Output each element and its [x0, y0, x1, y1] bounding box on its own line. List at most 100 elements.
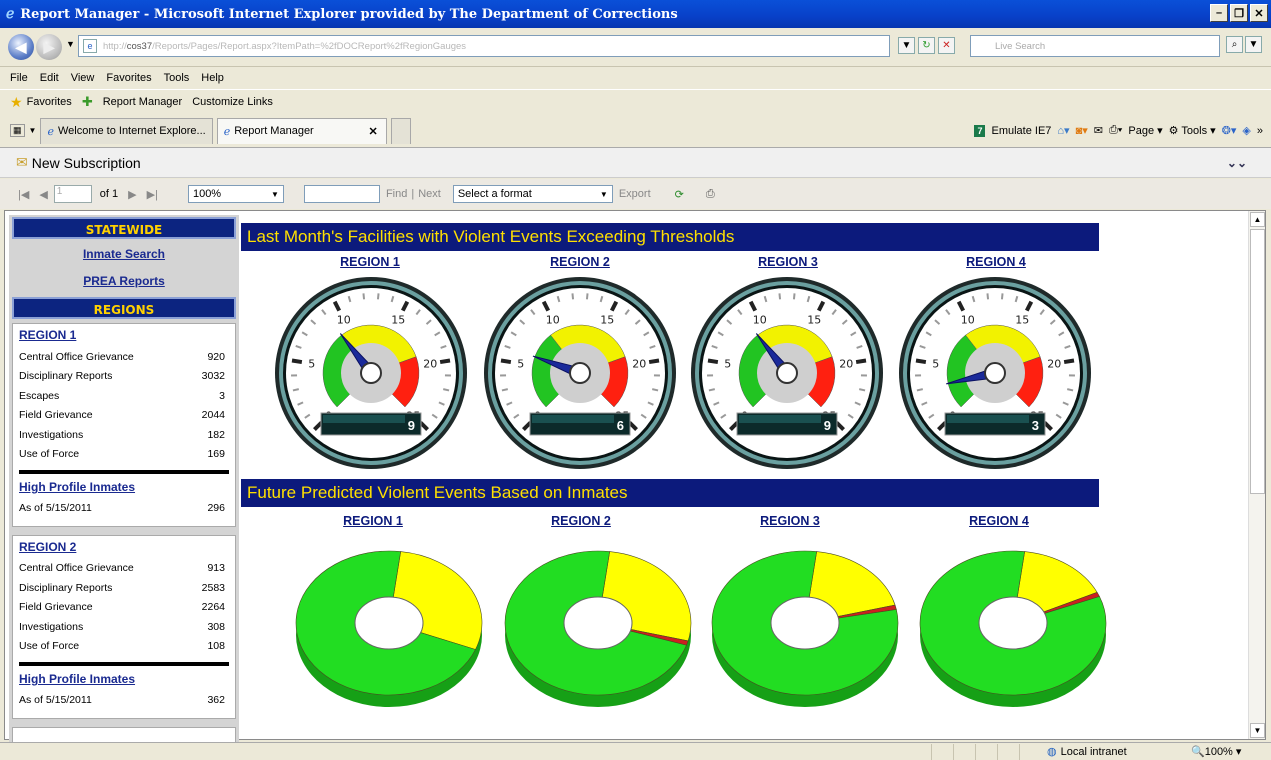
gauge-3: 05101520259 — [691, 277, 883, 469]
gauge-tick — [855, 358, 867, 365]
ie-tab-icon: ℯ — [47, 125, 54, 138]
scroll-up-icon[interactable]: ▲ — [1250, 212, 1265, 227]
zone-label: Local intranet — [1060, 745, 1127, 758]
tab-report-manager[interactable]: ℯ Report Manager ✕ — [216, 117, 387, 144]
menu-tools[interactable]: Tools — [164, 72, 190, 84]
tools-menu-label: Tools — [1181, 125, 1208, 137]
gauge-readout-value: 9 — [408, 418, 415, 433]
address-bar-row: ◀ ▶ ▼ e http://cos37/Reports/Pages/Repor… — [0, 28, 1271, 67]
last-page-icon[interactable]: ▶| — [147, 188, 158, 201]
favorites-star-icon: ★ — [10, 93, 23, 110]
gauge-tick — [585, 293, 589, 300]
security-zone[interactable]: ◍ Local intranet — [1047, 745, 1177, 759]
forward-button[interactable]: ▶ — [36, 34, 62, 60]
tab-welcome[interactable]: ℯ Welcome to Internet Explore... — [40, 117, 213, 144]
address-input[interactable]: e http://cos37/Reports/Pages/Report.aspx… — [78, 35, 890, 57]
scroll-down-icon[interactable]: ▼ — [1250, 723, 1265, 738]
fav-link-report-manager[interactable]: Report Manager — [103, 96, 183, 108]
gauge-tick — [707, 358, 719, 365]
home-icon[interactable]: ⌂▾ — [1057, 124, 1069, 137]
report-scrollbar[interactable]: ▲ ▼ — [1248, 211, 1265, 739]
tools-menu[interactable]: ⚙ Tools ▾ — [1169, 124, 1216, 137]
menu-help[interactable]: Help — [201, 72, 224, 84]
zoom-select[interactable]: 100% ▼ — [187, 185, 284, 203]
gauge-tick — [1000, 293, 1004, 300]
menu-bar: File Edit View Favorites Tools Help — [0, 67, 1271, 89]
donut-hole — [978, 596, 1048, 650]
zoom-level[interactable]: 🔍100% ▾ — [1191, 745, 1271, 758]
gauge-tick — [439, 358, 451, 365]
report-viewer-header: ✉ New Subscription ⌄⌄ — [0, 148, 1271, 178]
address-path: /Reports/Pages/Report.aspx?ItemPath=%2fD… — [152, 40, 467, 52]
gauge-tick — [858, 388, 866, 392]
fav-link-customize-links[interactable]: Customize Links — [192, 96, 273, 108]
prev-page-icon[interactable]: ◀ — [39, 188, 47, 201]
page-icon: e — [83, 39, 97, 53]
minimize-button[interactable]: – — [1210, 4, 1228, 22]
page-menu[interactable]: Page ▾ — [1128, 124, 1162, 137]
export-format-select[interactable]: Select a format ▼ — [452, 185, 613, 203]
toolbar-overflow-icon[interactable]: » — [1257, 125, 1263, 137]
export-link[interactable]: Export — [619, 188, 651, 200]
gauge-needle-hub — [360, 362, 382, 384]
gauge-tick — [1063, 358, 1075, 365]
search-options-dropdown[interactable]: ▼ — [1245, 36, 1262, 53]
maximize-button[interactable]: ❐ — [1230, 4, 1248, 22]
gauge-tick — [500, 358, 512, 365]
refresh-report-icon[interactable]: ⟳ — [675, 188, 684, 201]
next-link[interactable]: Next — [418, 188, 441, 200]
gauge-1: 05101520259 — [275, 277, 467, 469]
tab-welcome-label: Welcome to Internet Explore... — [57, 125, 206, 137]
quick-tabs-icon[interactable]: ▦ — [10, 124, 25, 137]
page-number-input[interactable]: 1 — [53, 185, 92, 203]
research-icon[interactable]: ◈ — [1242, 124, 1250, 137]
export-format-value: Select a format — [457, 188, 532, 200]
live-search-input[interactable]: Live Search — [970, 35, 1220, 57]
gauge-tick — [376, 293, 380, 300]
tab-report-manager-label: Report Manager — [234, 125, 314, 137]
add-favorite-icon[interactable]: ✚ — [82, 94, 93, 110]
tab-list-dropdown[interactable]: ▼ — [29, 126, 37, 135]
new-subscription-link[interactable]: New Subscription — [32, 155, 141, 171]
address-dropdown[interactable]: ▼ — [898, 37, 915, 54]
mail-icon[interactable]: ✉ — [1094, 124, 1103, 137]
first-page-icon[interactable]: |◀ — [18, 188, 29, 201]
search-icon[interactable]: ⌕ — [1226, 36, 1243, 53]
donut-3 — [711, 550, 899, 707]
intranet-globe-icon: ◍ — [1047, 746, 1057, 758]
print-icon[interactable]: ⎙▾ — [1109, 124, 1122, 137]
find-link[interactable]: Find — [386, 188, 407, 200]
gauge-tick-label: 10 — [753, 314, 767, 327]
find-input[interactable] — [303, 185, 380, 203]
gauge-tick — [291, 358, 303, 365]
collapse-chevron-icon[interactable]: ⌄⌄ — [1227, 156, 1247, 170]
close-button[interactable]: ✕ — [1250, 4, 1268, 22]
gauge-tick-label: 5 — [308, 358, 315, 371]
history-dropdown[interactable]: ▼ — [66, 39, 75, 49]
menu-favorites[interactable]: Favorites — [106, 72, 151, 84]
gauge-readout-value: 9 — [824, 418, 831, 433]
gauge-tick-label: 15 — [600, 314, 614, 327]
favorites-button[interactable]: Favorites — [27, 96, 72, 108]
emulate-ie7-button[interactable]: Emulate IE7 — [991, 125, 1051, 137]
ie-tab-icon: ℯ — [223, 125, 231, 138]
refresh-icon[interactable]: ↻ — [918, 37, 935, 54]
zoom-level-value: 100% — [1204, 746, 1233, 758]
scroll-thumb[interactable] — [1250, 229, 1265, 494]
help-icon[interactable]: ❂▾ — [1222, 124, 1237, 137]
menu-view[interactable]: View — [71, 72, 95, 84]
gauge-tick-label: 15 — [391, 314, 405, 327]
menu-file[interactable]: File — [10, 72, 28, 84]
close-tab-icon[interactable]: ✕ — [369, 125, 378, 138]
window-title: Report Manager - Microsoft Internet Expl… — [20, 6, 678, 22]
print-report-icon[interactable]: ⎙ — [706, 188, 715, 201]
emulate-ie7-icon: 7 — [974, 124, 986, 137]
gauge-tick — [792, 293, 796, 300]
back-button[interactable]: ◀ — [8, 34, 34, 60]
page-count: of 1 — [99, 188, 119, 200]
menu-edit[interactable]: Edit — [40, 72, 59, 84]
new-tab-button[interactable] — [390, 117, 411, 144]
next-page-icon[interactable]: ▶ — [128, 188, 136, 201]
feeds-icon[interactable]: ◙▾ — [1076, 124, 1088, 137]
stop-icon[interactable]: ✕ — [938, 37, 955, 54]
